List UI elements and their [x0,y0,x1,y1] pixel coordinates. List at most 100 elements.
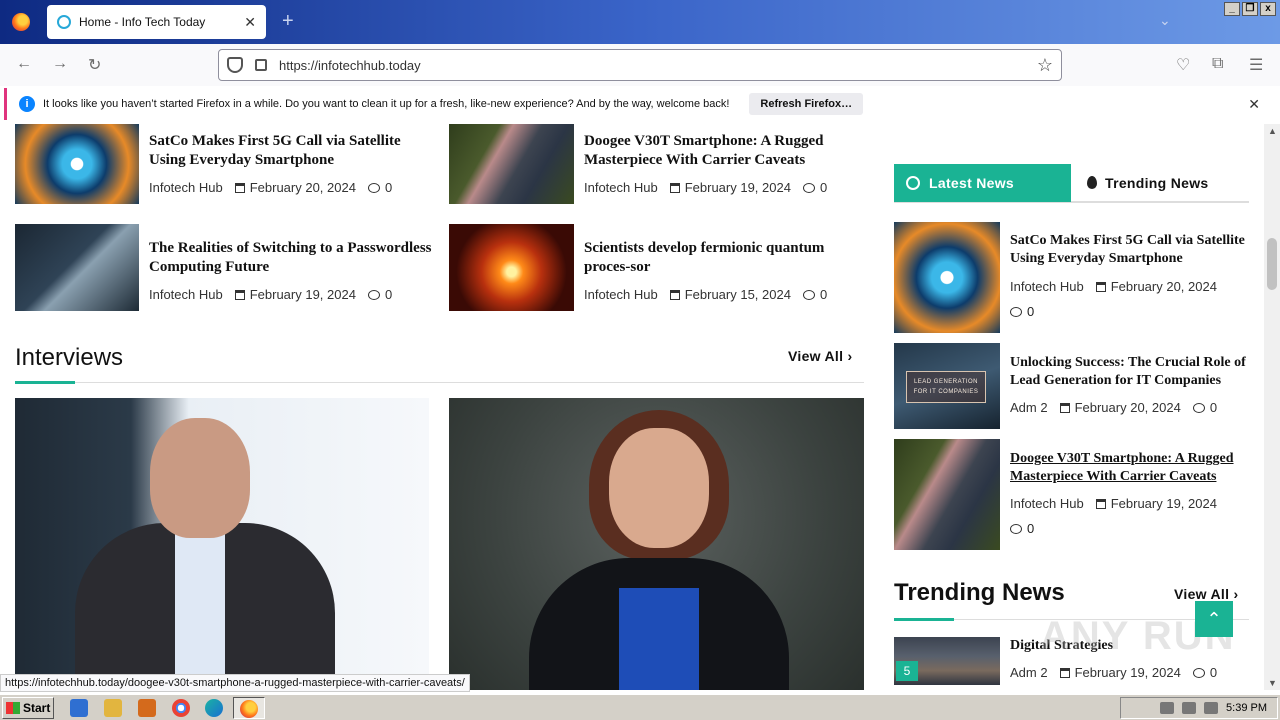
page-scrollbar[interactable]: ▲ ▼ [1264,124,1280,690]
forward-icon[interactable]: → [52,55,68,73]
network-icon[interactable] [1182,702,1197,714]
comment-count[interactable]: 0 [1210,400,1217,415]
author[interactable]: Adm 2 [1010,665,1048,680]
article-meta: Adm 2 February 19, 2024 0 [1010,665,1217,680]
back-icon[interactable]: ← [16,55,32,73]
article-meta: Infotech Hub February 19, 2024 [1010,496,1217,511]
tracking-shield-icon[interactable] [227,57,243,73]
article-title[interactable]: The Realities of Switching to a Password… [149,239,439,277]
minimize-icon[interactable]: _ [1224,2,1240,16]
article-title[interactable]: Doogee V30T Smartphone: A Rugged Masterp… [584,132,874,170]
comment-icon [1192,403,1205,413]
comment-count[interactable]: 0 [820,287,827,302]
view-all-label[interactable]: View All [788,348,843,364]
author[interactable]: Infotech Hub [149,180,223,195]
sidebar-article[interactable]: SatCo Makes First 5G Call via Satellite … [894,222,1254,333]
close-tab-icon[interactable]: ✕ [244,14,256,31]
close-window-icon[interactable]: x [1260,2,1276,16]
author[interactable]: Infotech Hub [1010,279,1084,294]
interview-photo[interactable] [15,398,429,690]
article-card[interactable]: SatCo Makes First 5G Call via Satellite … [15,124,439,204]
article-card[interactable]: The Realities of Switching to a Password… [15,224,439,311]
date: February 19, 2024 [684,180,791,195]
author[interactable]: Infotech Hub [584,287,658,302]
site-favicon-icon [57,15,71,29]
volume-icon[interactable] [1160,702,1175,714]
firefox-menu[interactable] [0,0,42,44]
comment-count[interactable]: 0 [820,180,827,195]
interview-photo[interactable] [449,398,864,690]
start-button[interactable]: Start [2,697,54,719]
article-image[interactable] [15,224,139,311]
author[interactable]: Infotech Hub [584,180,658,195]
comment-count[interactable]: 0 [1210,665,1217,680]
lock-icon[interactable] [255,59,267,71]
extensions-icon[interactable]: ⧉ [1212,55,1223,73]
tab-home[interactable]: Home - Info Tech Today ✕ [47,5,266,39]
bookmark-star-icon[interactable]: ☆ [1037,55,1053,76]
pocket-icon[interactable]: ♡ [1176,55,1190,75]
section-title-interviews: Interviews [15,344,124,371]
refresh-firefox-button[interactable]: Refresh Firefox… [749,93,864,115]
chrome-icon[interactable] [172,699,190,717]
chevron-right-icon: › [847,348,853,364]
article-title[interactable]: Scientists develop fermionic quantum pro… [584,239,874,277]
article-image[interactable] [449,224,574,311]
url-bar[interactable]: https://infotechhub.today ☆ [218,49,1062,81]
sidebar-article[interactable]: Doogee V30T Smartphone: A Rugged Masterp… [894,439,1254,550]
article-card[interactable]: Doogee V30T Smartphone: A Rugged Masterp… [449,124,873,204]
article-card[interactable]: Scientists develop fermionic quantum pro… [449,224,873,311]
new-tab-icon[interactable]: + [282,10,294,33]
taskbar: Start 5:39 PM [0,694,1280,720]
tab-divider [894,202,1249,203]
article-image[interactable] [894,222,1000,333]
article-title[interactable]: SatCo Makes First 5G Call via Satellite … [1010,232,1246,268]
flag-icon[interactable] [1204,702,1219,714]
comment-count[interactable]: 0 [385,180,392,195]
window-controls: _ ❐ x [1224,2,1276,16]
author[interactable]: Infotech Hub [1010,496,1084,511]
back-to-top-button[interactable]: ⌃ [1195,601,1233,637]
comment-count[interactable]: 0 [1027,304,1034,319]
article-title[interactable]: Unlocking Success: The Crucial Role of L… [1010,354,1246,390]
restore-icon[interactable]: ❐ [1242,2,1258,16]
edge-icon[interactable] [205,699,223,717]
reload-icon[interactable]: ↻ [88,55,101,75]
article-image[interactable]: LEAD GENERATION FOR IT COMPANIES [894,343,1000,429]
comment-icon [367,290,380,300]
tab-label[interactable]: Trending News [1105,175,1208,191]
explorer-icon[interactable] [104,699,122,717]
list-tabs-icon[interactable]: ⌄ [1159,12,1171,29]
article-title[interactable]: SatCo Makes First 5G Call via Satellite … [149,132,439,170]
comment-icon [802,183,815,193]
tab-label[interactable]: Latest News [929,175,1014,191]
article-image[interactable] [894,439,1000,550]
trending-view-all-link[interactable]: View All › [1174,586,1238,602]
scroll-down-icon[interactable]: ▼ [1268,678,1277,688]
url-text[interactable]: https://infotechhub.today [279,58,421,73]
firefox-taskbar-button[interactable] [233,697,265,719]
tab-latest-news[interactable]: Latest News [894,164,1071,202]
tab-trending-news[interactable]: Trending News [1071,164,1249,202]
menu-icon[interactable]: ☰ [1249,55,1263,75]
close-notification-icon[interactable]: ✕ [1248,96,1260,113]
clock[interactable]: 5:39 PM [1226,702,1267,714]
article-image[interactable] [449,124,574,204]
start-label[interactable]: Start [23,701,50,715]
scroll-up-icon[interactable]: ▲ [1268,126,1277,136]
sidebar-article[interactable]: LEAD GENERATION FOR IT COMPANIES Unlocki… [894,343,1254,429]
comment-count[interactable]: 0 [1027,521,1034,536]
author[interactable]: Adm 2 [1010,400,1048,415]
ie-icon[interactable] [70,699,88,717]
scrollbar-thumb[interactable] [1267,238,1277,290]
view-all-label[interactable]: View All [1174,586,1229,602]
image-caption: LEAD GENERATION FOR IT COMPANIES [906,371,986,403]
comment-count[interactable]: 0 [385,287,392,302]
media-player-icon[interactable] [138,699,156,717]
article-title[interactable]: Doogee V30T Smartphone: A Rugged Masterp… [1010,450,1246,486]
date: February 20, 2024 [249,180,356,195]
interviews-view-all-link[interactable]: View All › [788,348,852,364]
author[interactable]: Infotech Hub [149,287,223,302]
date: February 19, 2024 [1110,496,1217,511]
article-image[interactable] [15,124,139,204]
